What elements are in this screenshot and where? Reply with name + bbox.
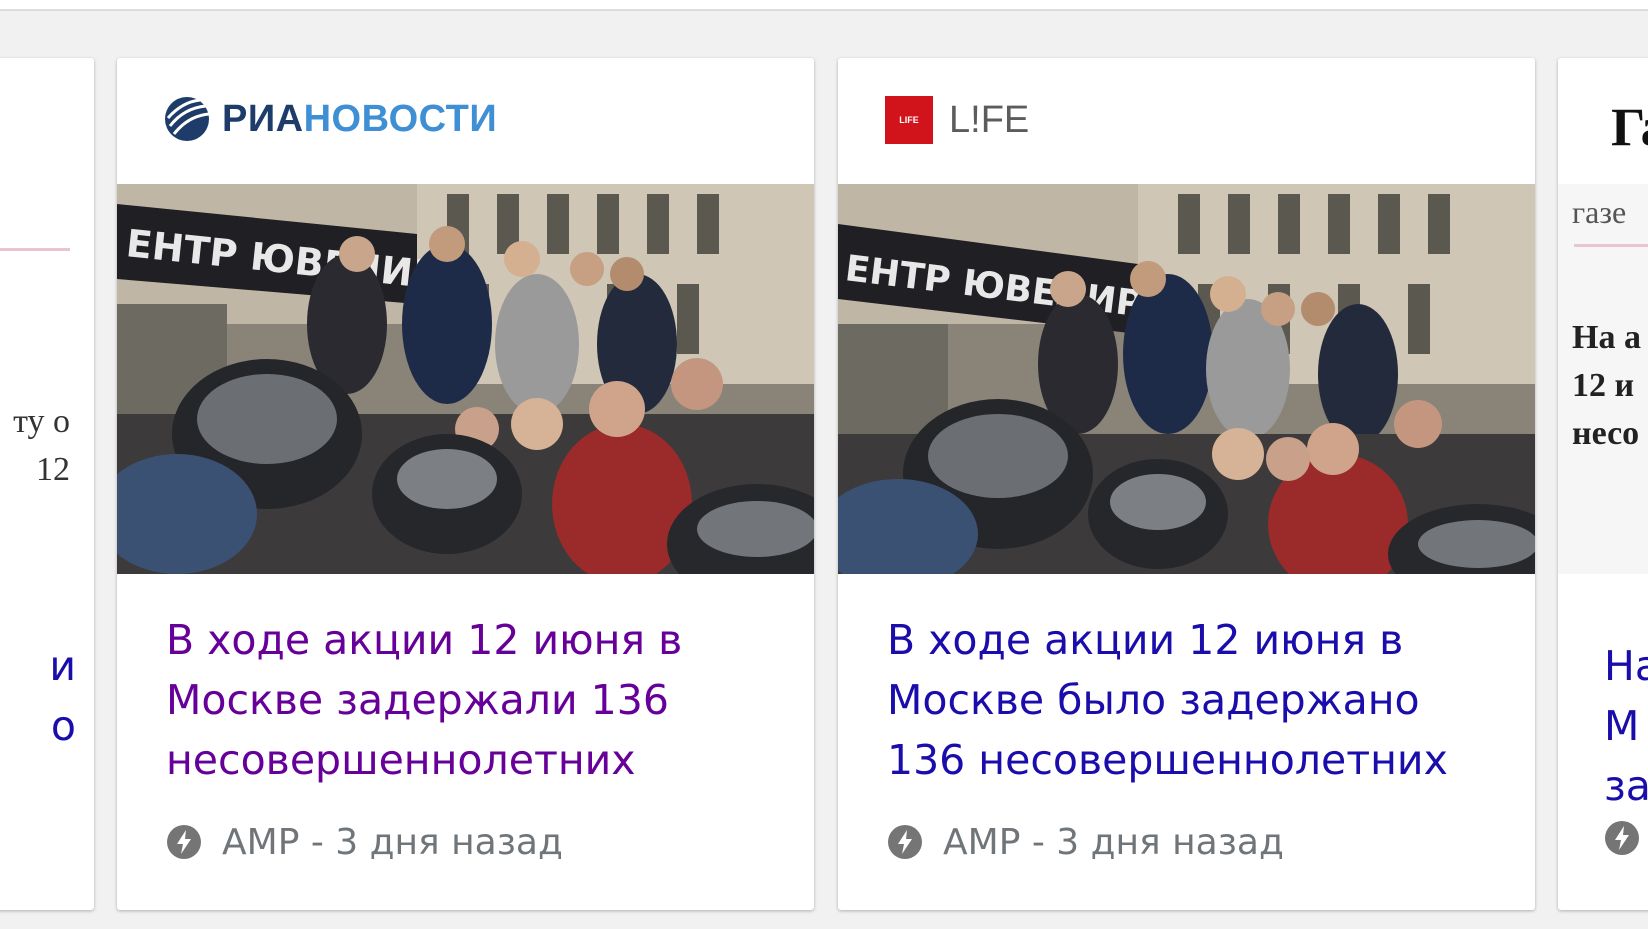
card-thumbnail[interactable]: газе На а 12 и несо bbox=[1558, 184, 1648, 574]
amp-bolt-icon bbox=[888, 825, 922, 859]
card-timestamp: AMP - 3 дня назад bbox=[943, 821, 1284, 863]
card-snippet: На а 12 и несо bbox=[1572, 319, 1641, 452]
card-header: LIFE L!FE bbox=[838, 58, 1535, 184]
protest-photo: ЕНТР ЮВЕЛИР bbox=[117, 184, 814, 574]
life-logo: LIFE L!FE bbox=[885, 96, 1029, 144]
life-wordmark: L!FE bbox=[949, 98, 1030, 141]
card-thumbnail[interactable]: ЕНТР ЮВЕЛИР bbox=[117, 184, 814, 574]
accent-line bbox=[1574, 244, 1648, 247]
card-header: РИАНОВОСТИ bbox=[117, 58, 814, 184]
card-snippet: ту о 12 bbox=[13, 403, 70, 488]
card-title[interactable]: В ходе акции 12 июня в Москве задержали … bbox=[166, 610, 786, 790]
source-logo: Га bbox=[1611, 97, 1648, 157]
card-meta: AMP - 3 дня назад bbox=[166, 820, 563, 864]
life-logo-icon: LIFE bbox=[885, 96, 933, 144]
snippet-header: газе bbox=[1572, 194, 1627, 230]
card-timestamp: AMP - 3 дня назад bbox=[222, 821, 563, 863]
card-title[interactable]: На М за bbox=[1604, 636, 1648, 816]
ria-globe-icon bbox=[165, 97, 210, 141]
news-card-right-partial[interactable]: Га газе На а 12 и несо На М за bbox=[1558, 58, 1648, 910]
accent-line bbox=[0, 248, 70, 251]
card-thumbnail[interactable]: ЕНТР ЮВЕЛИР bbox=[838, 184, 1535, 574]
ria-logo: РИАНОВОСТИ bbox=[164, 96, 497, 142]
amp-bolt-icon bbox=[1605, 821, 1639, 855]
protest-photo: ЕНТР ЮВЕЛИР bbox=[838, 184, 1535, 574]
news-card-ria[interactable]: РИАНОВОСТИ ЕНТР ЮВЕЛИР В ходе акции 12 и… bbox=[117, 58, 814, 910]
amp-bolt-icon bbox=[167, 825, 201, 859]
card-title[interactable]: и о bbox=[49, 636, 76, 756]
ria-wordmark: РИАНОВОСТИ bbox=[222, 97, 498, 140]
card-title[interactable]: В ходе акции 12 июня в Москве было задер… bbox=[887, 610, 1507, 790]
top-divider bbox=[0, 0, 1648, 11]
card-meta: AMP - 3 дня назад bbox=[887, 820, 1284, 864]
news-card-life[interactable]: LIFE L!FE ЕНТР ЮВЕЛИР В ходе акции 12 ию… bbox=[838, 58, 1535, 910]
news-card-left-partial[interactable]: ту о 12 и о bbox=[0, 58, 94, 910]
